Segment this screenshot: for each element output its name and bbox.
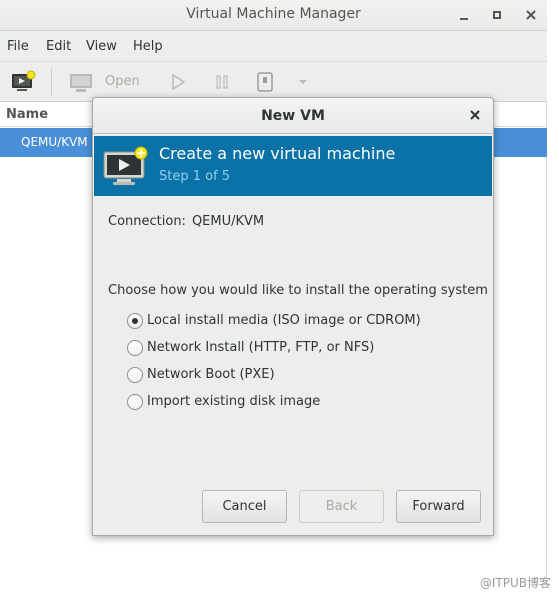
maximize-button[interactable] [489, 7, 505, 23]
banner-title: Create a new virtual machine [159, 144, 396, 163]
forward-button[interactable]: Forward [396, 490, 481, 523]
watermark: @ITPUB博客 [479, 576, 551, 590]
pause-icon[interactable] [214, 74, 230, 90]
connection-name: QEMU/KVM [21, 135, 88, 149]
menu-file[interactable]: File [7, 39, 29, 54]
radio-button[interactable] [127, 394, 143, 410]
console-icon[interactable] [68, 72, 94, 94]
window-titlebar[interactable]: Virtual Machine Manager [0, 0, 547, 31]
minimize-button[interactable] [456, 7, 472, 23]
close-icon [526, 10, 536, 20]
dialog-titlebar[interactable]: New VM [93, 98, 493, 134]
new-vm-icon [103, 146, 148, 185]
new-vm-dialog: New VM Create a new virtual machine Step… [92, 97, 494, 536]
cancel-button[interactable]: Cancel [202, 490, 287, 523]
shutdown-icon[interactable] [256, 72, 274, 92]
install-prompt: Choose how you would like to install the… [108, 283, 488, 298]
menu-edit[interactable]: Edit [46, 39, 71, 54]
toolbar: Open [0, 62, 547, 102]
play-icon[interactable] [170, 74, 186, 90]
radio-label[interactable]: Network Boot (PXE) [147, 367, 275, 382]
toolbar-separator [51, 68, 52, 96]
dialog-title: New VM [261, 108, 325, 124]
close-icon[interactable] [467, 107, 483, 123]
maximize-icon [493, 11, 501, 19]
radio-button[interactable] [127, 313, 143, 329]
banner-step: Step 1 of 5 [159, 169, 231, 184]
close-button[interactable] [523, 7, 539, 23]
column-header-name[interactable]: Name [6, 107, 48, 122]
radio-button[interactable] [127, 367, 143, 383]
radio-label[interactable]: Local install media (ISO image or CDROM) [147, 313, 421, 328]
dropdown-arrow-icon[interactable] [298, 78, 308, 86]
menu-help[interactable]: Help [133, 39, 163, 54]
connection-row: Connection: QEMU/KVM [108, 214, 264, 229]
new-vm-icon[interactable] [11, 70, 37, 94]
connection-value: QEMU/KVM [191, 214, 265, 229]
menu-view[interactable]: View [86, 39, 117, 54]
wizard-banner: Create a new virtual machine Step 1 of 5 [94, 136, 492, 196]
radio-label[interactable]: Network Install (HTTP, FTP, or NFS) [147, 340, 374, 355]
menubar: File Edit View Help [0, 31, 547, 62]
radio-label[interactable]: Import existing disk image [147, 394, 320, 409]
connection-label: Connection: [108, 214, 186, 229]
minimize-icon [460, 18, 468, 20]
open-button-label[interactable]: Open [105, 74, 140, 89]
radio-button[interactable] [127, 340, 143, 356]
back-button[interactable]: Back [299, 490, 384, 523]
